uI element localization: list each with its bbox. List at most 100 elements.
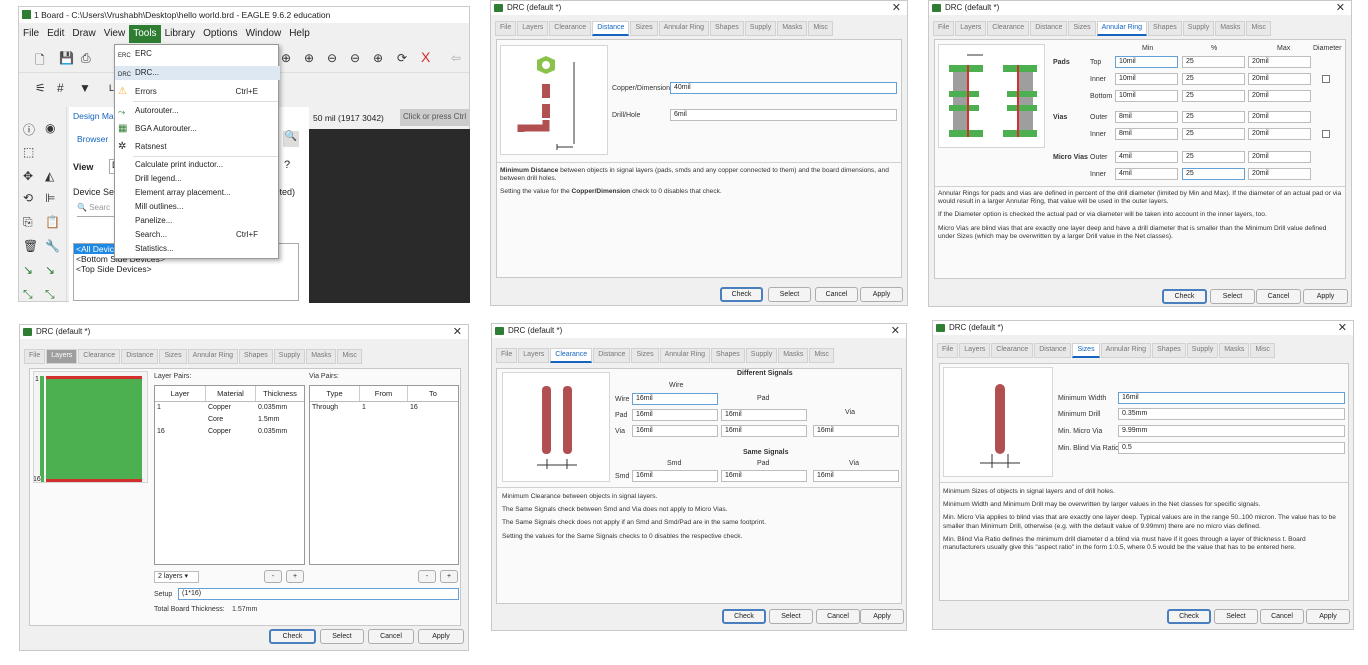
- command-line[interactable]: Click or press Ctrl: [400, 109, 470, 126]
- wrench-icon[interactable]: 🔧: [45, 239, 60, 253]
- menu-view[interactable]: View: [100, 25, 130, 43]
- menu-file[interactable]: File: [19, 25, 43, 43]
- table-row[interactable]: Core 1.5mm: [155, 414, 304, 426]
- route-icon[interactable]: ↘: [23, 263, 33, 277]
- apply-button[interactable]: Apply: [1303, 289, 1348, 304]
- menu-tools[interactable]: Tools: [129, 25, 161, 43]
- tab-supply[interactable]: Supply: [745, 348, 778, 363]
- check-button[interactable]: Check: [722, 609, 766, 624]
- tab-misc[interactable]: Misc: [337, 349, 362, 364]
- tree-item-top[interactable]: <Top Side Devices>: [74, 264, 298, 274]
- filter-icon[interactable]: ▼: [79, 81, 91, 95]
- menu-library[interactable]: Library: [161, 25, 200, 43]
- tab-shapes[interactable]: Shapes: [710, 21, 744, 36]
- tab-shapes[interactable]: Shapes: [1152, 343, 1186, 358]
- close-icon[interactable]: ✕: [892, 1, 901, 15]
- smd-smd-input[interactable]: 16mil: [632, 470, 718, 482]
- zoom-fit-icon[interactable]: ⊕: [281, 51, 291, 65]
- layer-count-select[interactable]: 2 layers ▾: [154, 571, 199, 583]
- tab-misc[interactable]: Misc: [809, 348, 834, 363]
- menu-window[interactable]: Window: [242, 25, 286, 43]
- tab-file[interactable]: File: [24, 349, 46, 364]
- pads-inner-min[interactable]: 10mil: [1115, 73, 1178, 85]
- wire-wire-input[interactable]: 16mil: [632, 393, 718, 405]
- vias-inner-pct[interactable]: 25: [1182, 128, 1245, 140]
- via-wire-input[interactable]: 16mil: [632, 425, 718, 437]
- cancel-button[interactable]: Cancel: [368, 629, 414, 644]
- minimum-width-input[interactable]: 16mil: [1118, 392, 1345, 404]
- menu-options[interactable]: Options: [199, 25, 241, 43]
- close-icon[interactable]: ✕: [1336, 1, 1345, 15]
- menu-item-autorouter[interactable]: ⤳ Autorouter...: [115, 104, 280, 118]
- zoom-select-icon[interactable]: ⊖: [350, 51, 360, 65]
- tab-sizes[interactable]: Sizes: [630, 21, 658, 36]
- tab-masks[interactable]: Masks: [1215, 21, 1246, 36]
- menu-item-print-inductor[interactable]: Calculate print inductor...: [115, 158, 280, 172]
- tab-distance[interactable]: Distance: [593, 348, 631, 363]
- menu-draw[interactable]: Draw: [68, 25, 99, 43]
- vias-outer-max[interactable]: 20mil: [1248, 111, 1311, 123]
- cancel-button[interactable]: Cancel: [1260, 609, 1304, 624]
- tab-masks[interactable]: Masks: [306, 349, 337, 364]
- tab-design-manager[interactable]: Design Man: [73, 111, 118, 121]
- pads-top-pct[interactable]: 25: [1182, 56, 1245, 68]
- min-micro-via-input[interactable]: 9.99mm: [1118, 425, 1345, 437]
- save-icon[interactable]: 💾: [59, 51, 74, 65]
- vias-diameter-checkbox[interactable]: [1322, 130, 1330, 138]
- tab-sizes[interactable]: Sizes: [159, 349, 187, 364]
- table-row[interactable]: 1 Copper 0.035mm: [155, 402, 304, 414]
- tab-annular-ring[interactable]: Annular Ring: [187, 349, 239, 364]
- tab-annular-ring[interactable]: Annular Ring: [1096, 21, 1148, 36]
- menu-item-erc[interactable]: ERC ERC: [115, 47, 280, 61]
- tab-annular-ring[interactable]: Annular Ring: [659, 348, 711, 363]
- copper-dimension-input[interactable]: 40mil: [670, 82, 897, 94]
- tab-sizes[interactable]: Sizes: [1068, 21, 1096, 36]
- tab-distance[interactable]: Distance: [1034, 343, 1072, 358]
- tab-clearance[interactable]: Clearance: [550, 348, 593, 363]
- tab-shapes[interactable]: Shapes: [711, 348, 745, 363]
- add-via-button[interactable]: +: [440, 570, 458, 583]
- tab-file[interactable]: File: [937, 343, 959, 358]
- select-button[interactable]: Select: [1210, 289, 1255, 304]
- tab-shapes[interactable]: Shapes: [1148, 21, 1182, 36]
- menu-item-bga-autorouter[interactable]: ▦ BGA Autorouter...: [115, 122, 280, 136]
- pad-pad-input[interactable]: 16mil: [721, 409, 807, 421]
- tab-sizes[interactable]: Sizes: [631, 348, 659, 363]
- tab-clearance[interactable]: Clearance: [991, 343, 1034, 358]
- tab-clearance[interactable]: Clearance: [987, 21, 1030, 36]
- paste-icon[interactable]: 📋: [45, 215, 60, 229]
- print-icon[interactable]: ⎙: [81, 51, 91, 66]
- menu-help[interactable]: Help: [285, 25, 314, 43]
- tab-file[interactable]: File: [495, 21, 517, 36]
- tab-distance[interactable]: Distance: [121, 349, 159, 364]
- pads-top-min[interactable]: 10mil: [1115, 56, 1178, 68]
- select-button[interactable]: Select: [320, 629, 364, 644]
- vias-inner-max[interactable]: 20mil: [1248, 128, 1311, 140]
- cancel-button[interactable]: Cancel: [1256, 289, 1301, 304]
- add-layer-button[interactable]: +: [286, 570, 304, 583]
- tab-supply[interactable]: Supply: [1182, 21, 1215, 36]
- remove-via-button[interactable]: -: [418, 570, 436, 583]
- micro-outer-pct[interactable]: 25: [1182, 151, 1245, 163]
- info-icon[interactable]: ⓘ: [23, 121, 35, 138]
- undo-icon[interactable]: ⇦: [451, 51, 461, 65]
- vias-outer-min[interactable]: 8mil: [1115, 111, 1178, 123]
- table-row[interactable]: 16 Copper 0.035mm: [155, 426, 304, 438]
- micro-inner-max[interactable]: 20mil: [1248, 168, 1311, 180]
- close-icon[interactable]: ✕: [891, 324, 900, 338]
- select-icon[interactable]: ⬚: [23, 145, 34, 159]
- zoom-area-icon[interactable]: ⊕: [373, 51, 383, 65]
- board-canvas[interactable]: [309, 129, 470, 303]
- select-button[interactable]: Select: [768, 287, 811, 302]
- menu-item-drill-legend[interactable]: Drill legend...: [115, 172, 280, 186]
- tab-clearance[interactable]: Clearance: [78, 349, 121, 364]
- delete-icon[interactable]: 🗑: [23, 239, 38, 253]
- select-button[interactable]: Select: [769, 609, 813, 624]
- pads-inner-max[interactable]: 20mil: [1248, 73, 1311, 85]
- pads-bottom-pct[interactable]: 25: [1182, 90, 1245, 102]
- tab-annular-ring[interactable]: Annular Ring: [1100, 343, 1152, 358]
- tab-layers[interactable]: Layers: [959, 343, 991, 358]
- zoom-in-icon[interactable]: ⊕: [304, 51, 314, 65]
- table-row[interactable]: Through 1 16: [310, 402, 458, 414]
- menu-item-mill-outlines[interactable]: Mill outlines...: [115, 200, 280, 214]
